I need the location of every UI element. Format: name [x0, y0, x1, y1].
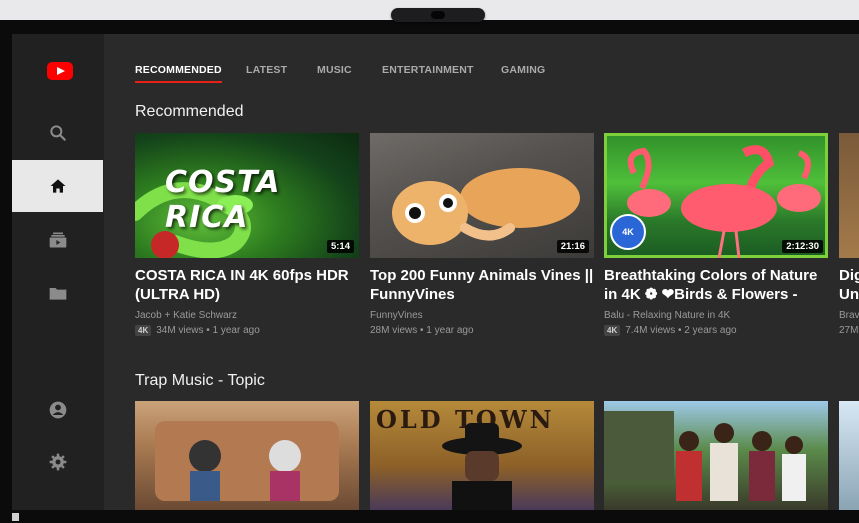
nav-account[interactable]	[12, 384, 103, 436]
video-thumbnail[interactable]: COSTA RICA 5:14	[135, 133, 359, 258]
video-duration: 2:12:30	[782, 240, 823, 253]
sidebar	[12, 34, 104, 510]
video-meta: 4K 34M views • 1 year ago	[135, 325, 359, 336]
video-title[interactable]: Dig Un	[839, 266, 859, 304]
video-thumbnail[interactable]	[839, 133, 859, 258]
corner-icon	[12, 513, 19, 521]
video-card[interactable]: 21:16 Top 200 Funny Animals Vines || Fun…	[370, 133, 594, 336]
people-graphic	[604, 411, 806, 501]
video-meta: 4K 7.4M views • 2 years ago	[604, 325, 828, 336]
account-icon	[49, 401, 66, 419]
nav-settings[interactable]	[12, 436, 103, 488]
tab-gaming[interactable]: GAMING	[501, 64, 545, 81]
video-thumbnail[interactable]	[604, 401, 828, 510]
camera-lens	[431, 11, 445, 19]
tab-latest[interactable]: LATEST	[246, 64, 287, 81]
settings-icon	[49, 453, 66, 471]
video-card-selected[interactable]: 4K 2:12:30 Breathtaking Colors of Nature…	[604, 133, 828, 336]
folder-icon	[49, 288, 66, 300]
home-icon	[50, 179, 65, 193]
quality-badge: 4K	[604, 325, 621, 336]
channel-name: Balu - Relaxing Nature in 4K	[604, 310, 731, 321]
nav-search[interactable]	[12, 107, 103, 159]
video-title[interactable]: COSTA RICA IN 4K 60fps HDR (ULTRA HD)	[135, 266, 363, 304]
video-stats: 7.4M views • 2 years ago	[625, 325, 737, 336]
video-stats: 28M views • 1 year ago	[370, 325, 474, 336]
tab-music[interactable]: MUSIC	[317, 64, 352, 81]
video-stats: 34M views • 1 year ago	[156, 325, 260, 336]
thumbnail-title-text: COSTA RICA	[165, 165, 281, 235]
video-stats: 27M	[839, 325, 859, 336]
section-title-trap-music: Trap Music - Topic	[135, 372, 265, 389]
nav-subscriptions[interactable]	[12, 214, 103, 266]
video-thumbnail[interactable]	[135, 401, 359, 510]
tv-screen: RECOMMENDED LATEST MUSIC ENTERTAINMENT G…	[12, 34, 859, 510]
tab-recommended[interactable]: RECOMMENDED	[135, 64, 222, 83]
channel-name: FunnyVines	[370, 310, 423, 321]
video-meta: 28M views • 1 year ago	[370, 325, 594, 336]
video-title[interactable]: Breathtaking Colors of Nature in 4K ❁ ❤B…	[604, 266, 832, 304]
cowboy-graphic	[442, 423, 522, 510]
subscriptions-icon	[49, 232, 66, 248]
video-duration: 5:14	[326, 240, 354, 253]
section-title-recommended: Recommended	[135, 103, 244, 120]
tv-bottom-bezel	[0, 510, 859, 523]
tab-entertainment[interactable]: ENTERTAINMENT	[382, 64, 474, 81]
tv-camera	[391, 8, 485, 22]
video-thumbnail[interactable]	[839, 401, 859, 510]
search-icon	[49, 125, 66, 141]
main-content: RECOMMENDED LATEST MUSIC ENTERTAINMENT G…	[104, 34, 859, 510]
video-card[interactable]: COSTA RICA 5:14 COSTA RICA IN 4K 60fps H…	[135, 133, 359, 336]
car-graphic	[155, 421, 339, 501]
nav-home[interactable]	[12, 160, 103, 212]
video-thumbnail[interactable]: 4K 2:12:30	[604, 133, 828, 258]
youtube-logo[interactable]	[47, 62, 73, 80]
channel-name: Jacob + Katie Schwarz	[135, 310, 237, 321]
video-thumbnail[interactable]: 21:16	[370, 133, 594, 258]
video-thumbnail[interactable]: OLD TOWN	[370, 401, 594, 510]
video-title[interactable]: Top 200 Funny Animals Vines || FunnyVine…	[370, 266, 598, 304]
video-meta: 27M	[839, 325, 859, 336]
channel-name: Brav	[839, 310, 859, 321]
video-duration: 21:16	[556, 240, 589, 253]
quality-badge: 4K	[135, 325, 152, 336]
video-card-partial[interactable]: Dig Un Brav 27M	[839, 133, 859, 336]
4k-logo: 4K	[610, 214, 646, 250]
nav-library[interactable]	[12, 267, 103, 319]
